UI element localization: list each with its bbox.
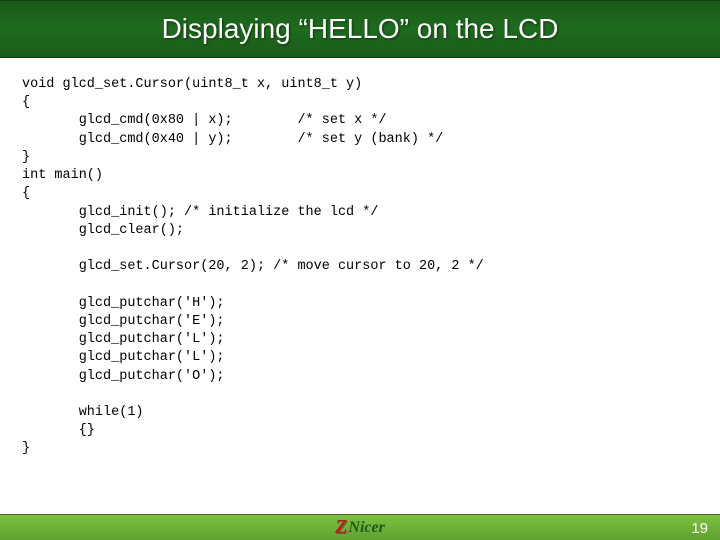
slide-title: Displaying “HELLO” on the LCD: [162, 13, 559, 45]
title-bar: Displaying “HELLO” on the LCD: [0, 0, 720, 58]
slide: Displaying “HELLO” on the LCD void glcd_…: [0, 0, 720, 540]
code-block: void glcd_set.Cursor(uint8_t x, uint8_t …: [0, 58, 720, 459]
logo-text: Nicer: [348, 519, 384, 537]
footer-bar: Z Nicer 19: [0, 514, 720, 540]
logo-z-icon: Z: [335, 516, 347, 539]
logo: Z Nicer: [335, 516, 385, 539]
page-number: 19: [691, 520, 708, 537]
